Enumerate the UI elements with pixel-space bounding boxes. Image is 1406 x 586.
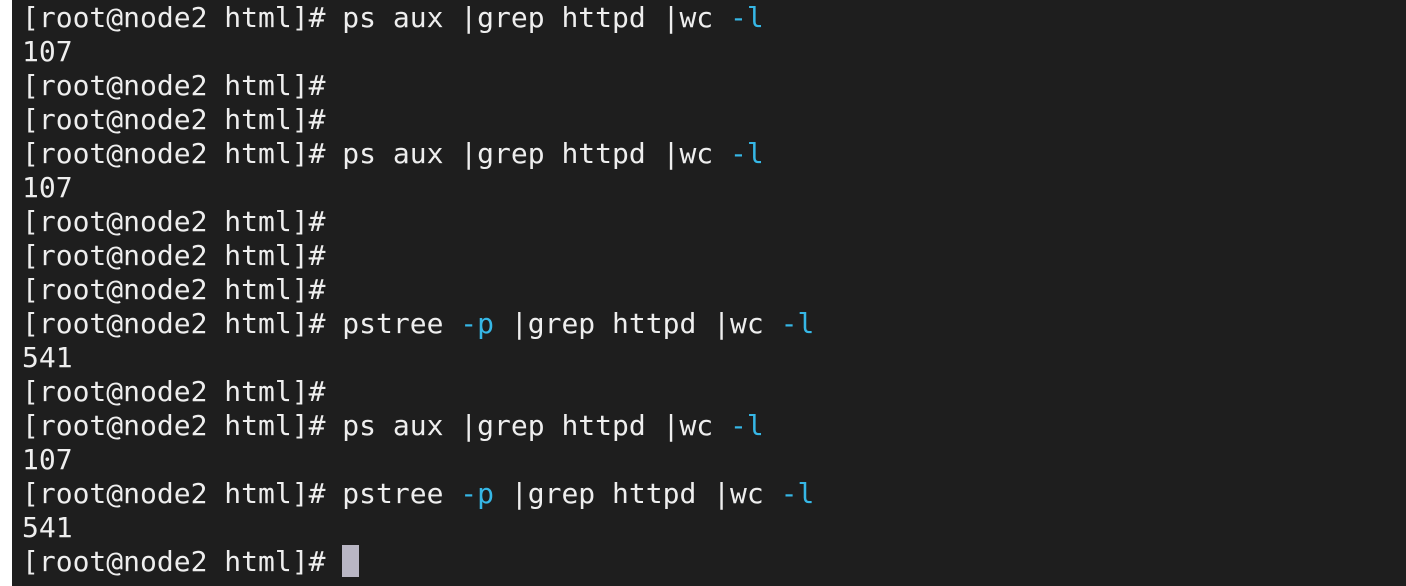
output-line: 541 [22,511,814,545]
shell-prompt: [root@node2 html]# [22,239,326,272]
output-text: 107 [22,443,73,476]
command-text: ps aux |grep httpd |wc [325,137,731,170]
command-line: [root@node2 html]# ps aux |grep httpd |w… [22,409,814,443]
output-text: 541 [22,341,73,374]
command-line: [root@node2 html]# ps aux |grep httpd |w… [22,1,814,35]
shell-prompt: [root@node2 html]# [22,103,326,136]
shell-prompt: [root@node2 html]# [22,273,326,306]
output-text: 541 [22,511,73,544]
command-flag: -l [780,307,815,340]
shell-prompt: [root@node2 html]# [22,307,326,340]
output-text: 107 [22,35,73,68]
output-line: 107 [22,443,814,477]
command-flag: -l [780,477,815,510]
command-flag: -p [460,477,495,510]
command-line: [root@node2 html]# ps aux |grep httpd |w… [22,137,814,171]
text-cursor[interactable] [342,545,360,577]
output-line: 107 [22,35,814,69]
command-flag: -l [730,409,764,442]
shell-prompt: [root@node2 html]# [22,477,326,510]
command-flag: -p [460,307,495,340]
command-line: [root@node2 html]# [22,273,814,307]
command-text: pstree [325,477,461,510]
shell-prompt: [root@node2 html]# [22,137,326,170]
command-line: [root@node2 html]# [22,69,814,103]
command-line: [root@node2 html]# [22,545,814,579]
output-text: 107 [22,171,73,204]
command-line: [root@node2 html]# [22,103,814,137]
shell-prompt: [root@node2 html]# [22,545,326,578]
output-line: 541 [22,341,814,375]
terminal-output: [root@node2 html]# ps aux |grep httpd |w… [22,1,814,579]
command-flag: -l [730,137,764,170]
command-text: pstree [325,307,461,340]
command-text: |grep httpd |wc [494,307,781,340]
command-line: [root@node2 html]# [22,375,814,409]
command-flag: -l [730,1,764,34]
command-text [325,545,342,578]
shell-prompt: [root@node2 html]# [22,375,326,408]
command-line: [root@node2 html]# [22,205,814,239]
command-line: [root@node2 html]# pstree -p |grep httpd… [22,477,814,511]
command-text: ps aux |grep httpd |wc [325,409,731,442]
output-line: 107 [22,171,814,205]
terminal-window[interactable]: [root@node2 html]# ps aux |grep httpd |w… [12,0,1406,586]
command-line: [root@node2 html]# [22,239,814,273]
command-line: [root@node2 html]# pstree -p |grep httpd… [22,307,814,341]
shell-prompt: [root@node2 html]# [22,1,326,34]
shell-prompt: [root@node2 html]# [22,69,326,102]
command-text: ps aux |grep httpd |wc [325,1,731,34]
command-text: |grep httpd |wc [494,477,781,510]
shell-prompt: [root@node2 html]# [22,409,326,442]
shell-prompt: [root@node2 html]# [22,205,326,238]
